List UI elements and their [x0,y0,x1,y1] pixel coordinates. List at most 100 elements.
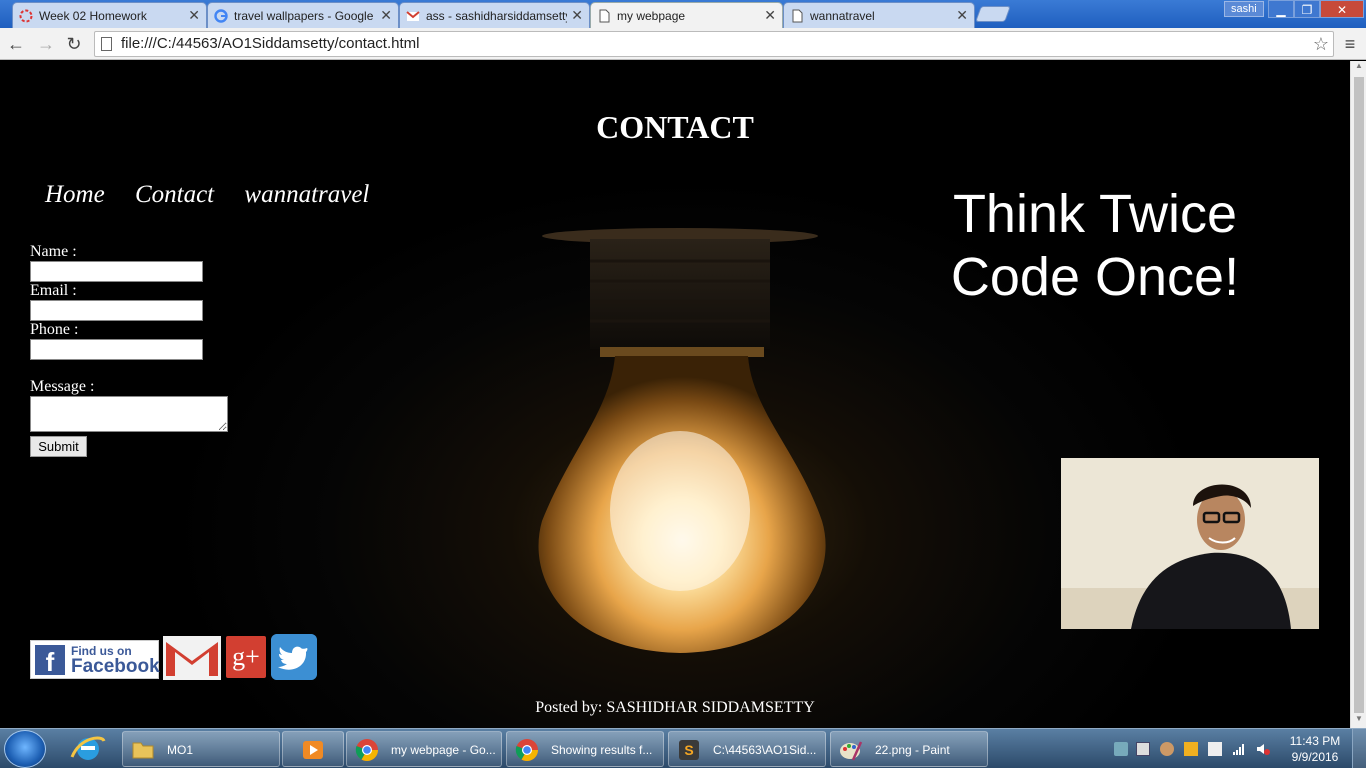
slogan-line-1: Think Twice [952,184,1238,244]
network-app-icon[interactable] [1114,742,1128,756]
address-bar[interactable]: file:///C:/44563/AO1Siddamsetty/contact.… [94,31,1334,57]
phone-label: Phone : [30,321,79,338]
device-icon[interactable] [1208,742,1222,756]
close-tab-icon[interactable]: ✕ [380,7,392,24]
nav-wannatravel-link[interactable]: wannatravel [244,181,369,208]
chrome-icon [355,739,378,761]
facebook-button[interactable]: f Find us on Facebook [30,640,160,679]
slogan-line-2: Code Once! [950,247,1240,307]
taskbar-item-showing-results[interactable]: Showing results f... [506,731,664,767]
close-tab-icon[interactable]: ✕ [764,7,776,24]
profile-photo [1061,458,1319,629]
tab-wannatravel[interactable]: wannatravel ✕ [783,2,975,28]
scroll-up-icon[interactable]: ▲ [1351,61,1366,75]
nav-contact-link[interactable]: Contact [135,181,214,208]
lightbulb-image [538,228,826,653]
name-field[interactable] [30,261,203,282]
taskbar-label: C:\44563\AO1Sid... [713,743,817,757]
scroll-down-icon[interactable]: ▼ [1351,714,1366,728]
clock-time: 11:43 PM [1289,734,1341,748]
facebook-label: Facebook [71,656,160,677]
page-viewport: CONTACT Home Contact wannatravel Think T… [0,61,1350,728]
nav-home-link[interactable]: Home [45,181,105,208]
google-plus-icon[interactable]: g+ [226,636,266,678]
name-label: Name : [30,243,77,260]
browser-toolbar: ← → ↻ file:///C:/44563/AO1Siddamsetty/co… [0,28,1366,60]
taskbar-item-mo1[interactable]: MO1 [122,731,280,767]
taskbar-label: MO1 [167,743,194,757]
scrollbar-thumb[interactable] [1354,77,1364,713]
message-label: Message : [30,378,95,395]
tab-label: ass - sashidharsiddamsetty [426,8,568,23]
page-icon [790,9,804,23]
windows-taskbar: MO1 my webpage - Go... Showing results f… [0,728,1366,768]
page-icon [101,37,112,51]
google-icon [214,8,228,23]
internet-explorer-icon[interactable] [62,731,114,767]
close-tab-icon[interactable]: ✕ [956,7,968,24]
tab-label: wannatravel [810,8,875,23]
tab-gmail[interactable]: ass - sashidharsiddamsetty ✕ [399,2,590,28]
email-field[interactable] [30,300,203,321]
folder-icon [132,742,154,759]
tab-travel-wallpapers[interactable]: travel wallpapers - Google ✕ [207,2,399,28]
contact-form: Name : Email : Phone : Message : Submit [30,243,228,457]
taskbar-item-my-webpage[interactable]: my webpage - Go... [346,731,502,767]
volume-muted-icon[interactable] [1256,742,1270,756]
taskbar-label: 22.png - Paint [875,743,950,757]
profile-badge[interactable]: sashi [1224,1,1264,17]
minimize-button[interactable]: ▁ [1268,0,1294,18]
slogan: Think Twice Code Once! [900,183,1290,309]
signal-icon[interactable] [1232,742,1246,756]
gmail-icon [406,9,420,23]
bookmark-star-icon[interactable]: ☆ [1313,32,1329,56]
tab-label: my webpage [617,8,686,23]
phone-field[interactable] [30,339,203,360]
forward-icon[interactable]: → [34,32,58,56]
loading-icon [19,9,33,23]
taskbar-item-paint[interactable]: 22.png - Paint [830,731,988,767]
footer-credit: Posted by: SASHIDHAR SIDDAMSETTY [535,699,815,716]
svg-text:S: S [684,742,693,758]
gmail-icon[interactable] [163,636,221,680]
close-window-button[interactable]: ✕ [1320,0,1364,18]
sublime-icon: S [679,740,699,760]
close-tab-icon[interactable]: ✕ [571,7,583,24]
menu-icon[interactable]: ≡ [1340,32,1360,56]
start-button[interactable] [4,730,46,768]
system-tray [1108,729,1276,768]
clock-date: 9/9/2016 [1291,750,1339,764]
chrome-icon [515,739,538,761]
twitter-icon[interactable] [271,634,317,680]
browser-tab-strip: Week 02 Homework ✕ travel wallpapers - G… [0,0,1366,28]
submit-button[interactable]: Submit [30,436,87,457]
tab-label: travel wallpapers - Google [234,8,374,23]
taskbar-label: Showing results f... [551,743,653,757]
tab-label: Week 02 Homework [39,8,147,23]
media-player-icon [303,741,323,759]
page-title: CONTACT [596,109,754,145]
reload-icon[interactable]: ↻ [62,32,86,56]
display-icon[interactable] [1136,742,1150,756]
system-clock[interactable]: 11:43 PM 9/9/2016 [1280,733,1350,765]
paint-icon [840,741,863,761]
tab-my-webpage[interactable]: my webpage ✕ [590,2,783,28]
page-icon [597,9,611,23]
message-field[interactable] [30,396,228,432]
page-scrollbar[interactable]: ▲ ▼ [1350,61,1366,728]
close-tab-icon[interactable]: ✕ [188,7,200,24]
taskbar-label: my webpage - Go... [391,743,496,757]
tab-week02-homework[interactable]: Week 02 Homework ✕ [12,2,207,28]
facebook-icon: f [35,645,65,677]
back-icon[interactable]: ← [4,32,28,56]
show-desktop-button[interactable] [1352,729,1366,768]
email-label: Email : [30,282,77,299]
security-shield-icon[interactable] [1184,742,1198,756]
url-text: file:///C:/44563/AO1Siddamsetty/contact.… [121,35,420,52]
main-nav: Home Contact wannatravel [45,181,393,209]
taskbar-item-sublime[interactable]: S C:\44563\AO1Sid... [668,731,826,767]
restore-button[interactable]: ❐ [1294,0,1320,18]
taskbar-item-media-player[interactable] [282,731,344,767]
cloud-icon[interactable] [1160,742,1174,756]
new-tab-button[interactable] [975,6,1011,22]
